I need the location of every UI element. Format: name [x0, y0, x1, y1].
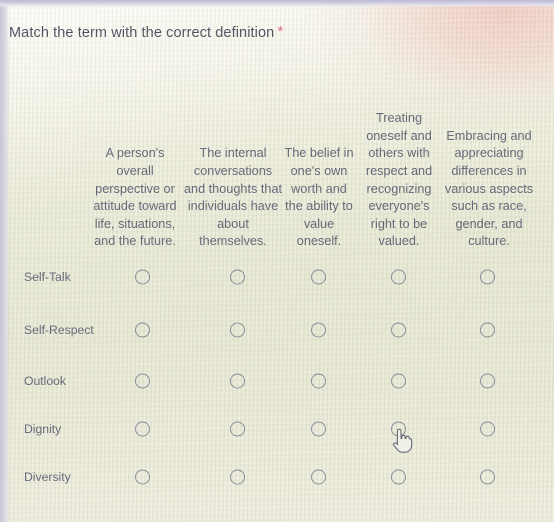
row-label-outlook: Outlook	[24, 374, 67, 388]
radio-outlook-col0[interactable]	[135, 373, 150, 389]
radio-outlook-col1[interactable]	[230, 373, 245, 389]
table-row: Dignity	[0, 405, 554, 453]
column-header-2: The belief in one's own worth and the ab…	[284, 146, 354, 249]
question-text: Match the term with the correct definiti…	[9, 25, 275, 41]
row-label-diversity: Diversity	[24, 470, 71, 484]
row-label-self-talk: Self-Talk	[24, 270, 71, 284]
page-title: Match the term with the correct definiti…	[9, 23, 283, 41]
radio-diversity-col1[interactable]	[230, 469, 245, 485]
radio-self-talk-col1[interactable]	[230, 269, 245, 285]
radio-diversity-col4[interactable]	[480, 469, 495, 485]
radio-dignity-col4[interactable]	[480, 421, 495, 437]
table-row: Outlook	[0, 357, 554, 405]
row-label-self-respect: Self-Respect	[24, 323, 94, 337]
grid-header-row: A person's overall perspective or attitu…	[0, 55, 554, 251]
radio-diversity-col2[interactable]	[311, 469, 326, 485]
photographed-screen: Match the term with the correct definiti…	[0, 0, 554, 522]
table-row: Diversity	[0, 453, 554, 501]
radio-self-talk-col2[interactable]	[311, 269, 326, 285]
quiz-content: Match the term with the correct definiti…	[0, 0, 554, 522]
radio-self-respect-col0[interactable]	[135, 322, 150, 338]
radio-outlook-col4[interactable]	[480, 373, 495, 389]
radio-self-talk-col0[interactable]	[135, 269, 150, 285]
radio-self-talk-col4[interactable]	[480, 269, 495, 285]
column-header-3: Treating oneself and others with respect…	[365, 111, 433, 249]
radio-dignity-col1[interactable]	[230, 421, 245, 437]
radio-dignity-col0[interactable]	[135, 421, 150, 437]
radio-outlook-col3[interactable]	[391, 373, 406, 389]
radio-self-respect-col2[interactable]	[311, 322, 326, 338]
matching-grid: A person's overall perspective or attitu…	[0, 55, 554, 501]
radio-dignity-col3[interactable]	[391, 421, 406, 437]
column-header-1: The internal conversations and thoughts …	[183, 146, 283, 249]
column-header-0: A person's overall perspective or attitu…	[93, 146, 177, 249]
screen-left-bezel	[0, 0, 9, 522]
grid-body: Self-Talk Self-Respect Outlook Dignity D…	[0, 251, 554, 501]
screen-top-bezel	[0, 0, 554, 7]
radio-dignity-col2[interactable]	[311, 421, 326, 437]
column-header-4: Embracing and appreciating differences i…	[444, 128, 534, 249]
radio-self-respect-col3[interactable]	[391, 322, 406, 338]
radio-outlook-col2[interactable]	[311, 373, 326, 389]
radio-diversity-col0[interactable]	[135, 469, 150, 485]
table-row: Self-Respect	[0, 303, 554, 357]
radio-self-talk-col3[interactable]	[391, 269, 406, 285]
radio-diversity-col3[interactable]	[391, 469, 406, 485]
radio-self-respect-col4[interactable]	[480, 322, 495, 338]
row-label-dignity: Dignity	[24, 422, 62, 436]
radio-self-respect-col1[interactable]	[230, 322, 245, 338]
table-row: Self-Talk	[0, 251, 554, 303]
required-asterisk: *	[277, 23, 284, 40]
